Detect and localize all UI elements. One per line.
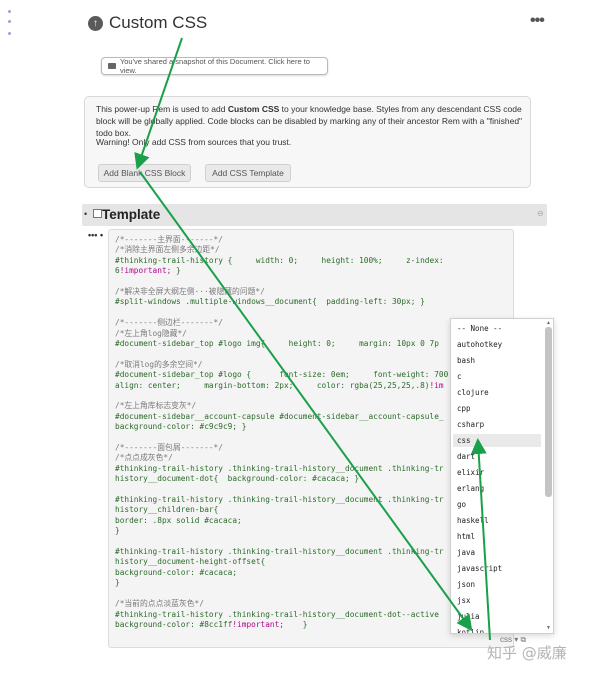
code-line: history__document-dot{ background-color:… [115,474,360,484]
language-option[interactable]: bash [453,354,541,367]
language-option[interactable]: css [453,434,541,447]
scroll-down-icon[interactable]: ▼ [546,625,551,631]
language-option[interactable]: julia [453,610,541,623]
template-title: Template [102,207,161,222]
code-line: #split-windows .multiple-windows__docume… [115,297,425,307]
language-option[interactable]: dart [453,450,541,463]
code-line: background-color: #c9c9c9; } [115,422,247,432]
code-line: #document-sidebar_top #logo img{ height:… [115,339,439,349]
dropdown-scrollbar[interactable] [545,327,552,497]
code-line: } [115,578,120,588]
code-line: /*-------主界面-------*/ [115,235,223,244]
code-content[interactable]: /*-------主界面-------*//*消除主界面左侧多余边距*/#thi… [115,235,448,630]
language-option[interactable]: autohotkey [453,338,541,351]
code-line: background-color: #cacaca; [115,567,238,577]
code-line: #thinking-trail-history .thinking-trail-… [115,495,444,505]
language-option[interactable]: java [453,546,541,559]
language-option[interactable]: go [453,498,541,511]
language-option[interactable]: kotlin [453,626,541,633]
language-option[interactable]: erlang [453,482,541,495]
code-line: /*左上角log隐藏*/ [115,328,187,338]
collapse-icon[interactable]: ⊖ [537,209,544,218]
watermark: 知乎 @威廉 [487,644,567,662]
language-option[interactable]: clojure [453,386,541,399]
code-line: /*点点成灰色*/ [115,453,173,463]
code-line: /*左上角库标志变灰*/ [115,401,197,411]
code-line: #thinking-trail-history .thinking-trail-… [115,609,439,619]
info-text-bold: Custom CSS [227,104,280,114]
page-title: Custom CSS [109,13,208,32]
code-line: history__document-height-offset{ [115,557,266,567]
rail-dot [8,20,11,23]
scroll-up-icon[interactable]: ▲ [546,320,551,326]
add-css-template-button[interactable]: Add CSS Template [205,164,291,182]
code-line: } [115,526,120,536]
code-line: border: .8px solid #cacaca; [115,515,242,525]
code-line: /*-------侧边栏-------*/ [115,318,223,328]
code-line: history__children-bar{ [115,505,219,515]
code-line: /*解决非全屏大纲左侧···被隐藏的问题*/ [115,287,265,297]
language-option[interactable]: cpp [453,402,541,415]
warning-text: Warning! Only add CSS from sources that … [96,137,292,147]
info-description: This power-up Rem is used to add Custom … [96,103,526,139]
code-line: #thinking-trail-history .thinking-trail-… [115,547,444,557]
code-line: #document-sidebar__account-capsule #docu… [115,411,444,421]
language-dropdown[interactable]: -- None -- autohotkey bash c clojure cpp cshar… [450,318,554,634]
add-blank-css-block-button[interactable]: Add Blank CSS Block [98,164,191,182]
code-line: /*当前的点点淡蓝灰色*/ [115,599,204,609]
code-line: align: center; margin-bottom: 2px; color… [115,380,444,390]
language-option[interactable]: c [453,370,541,383]
page-header: ↑ Custom CSS [88,10,207,36]
rail-dot [8,10,11,13]
language-option[interactable]: javascript [453,562,541,575]
language-option[interactable]: json [453,578,541,591]
code-line: #thinking-trail-history .thinking-trail-… [115,463,444,473]
code-line: 6!important; } [115,266,181,276]
bullet-icon[interactable]: • [84,209,87,219]
code-line: /*消除主界面左侧多余边距*/ [115,245,220,255]
snapshot-notice-text: You've shared a snapshot of this Documen… [119,57,310,75]
language-option[interactable]: elixir [453,466,541,479]
code-line: /*-------面包屑-------*/ [115,443,223,453]
more-options-icon[interactable]: ••• [530,12,545,30]
info-text-pre: This power-up Rem is used to add [96,104,228,114]
language-option[interactable]: csharp [453,418,541,431]
snapshot-notice[interactable]: You've shared a snapshot of this Documen… [101,57,328,75]
code-line: #thinking-trail-history { width: 0; heig… [115,255,444,265]
rail-dot [8,32,11,35]
code-line: background-color: #8cc1ff!important; } [115,619,308,629]
language-option[interactable]: jsx [453,594,541,607]
arrow-up-icon[interactable]: ↑ [88,15,103,31]
todo-checkbox[interactable] [93,209,102,218]
code-line: #document-sidebar_top #logo { font-size:… [115,370,449,380]
code-line: /*取消log的多余空间*/ [115,359,203,369]
document-icon [108,63,116,69]
language-option[interactable]: html [453,530,541,543]
language-option[interactable]: haskell [453,514,541,527]
code-block-handle-icon[interactable]: ••• • [88,230,103,240]
left-rail [0,0,22,678]
language-option[interactable]: -- None -- [453,322,541,335]
